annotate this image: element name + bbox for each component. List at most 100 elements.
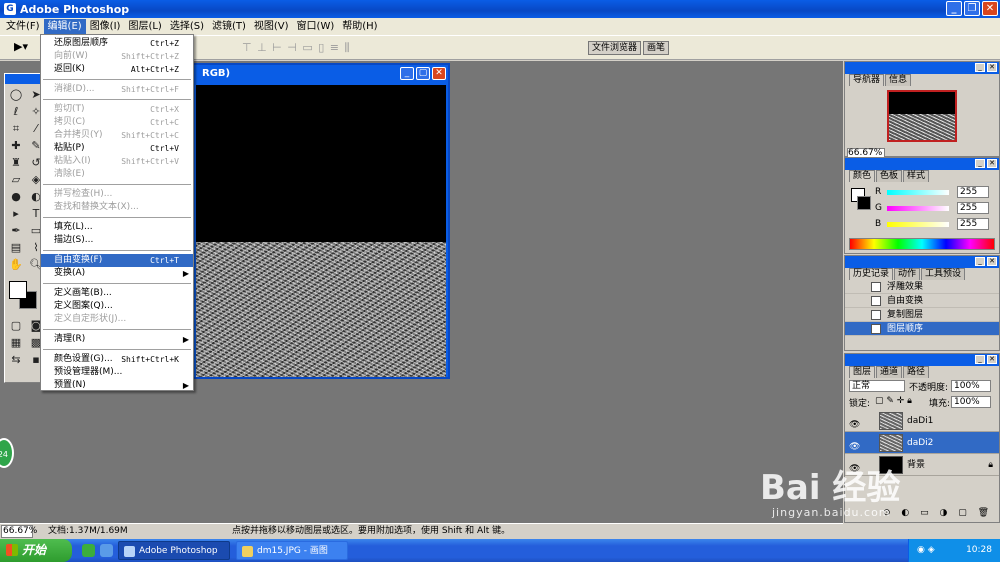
layer-row[interactable]: 👁︎ daDi1 [845, 410, 999, 432]
task-photoshop[interactable]: Adobe Photoshop [118, 541, 230, 560]
tray-icons[interactable]: ◉ ◈ [917, 539, 935, 562]
clock[interactable]: 10:28 [966, 539, 992, 562]
tab-info[interactable]: 信息 [885, 74, 912, 86]
history-item[interactable]: 浮雕效果 [845, 280, 999, 294]
channel-value-field[interactable]: 255 [957, 202, 989, 214]
tool-preset-picker[interactable]: ▶▾ [14, 40, 28, 53]
panel-close-icon[interactable]: ✕ [987, 63, 997, 72]
menu-item[interactable]: 滤镜(T) [208, 19, 250, 34]
file-browser-tab[interactable]: 文件浏览器 [588, 41, 642, 55]
panel-close-icon[interactable]: ✕ [987, 159, 997, 168]
edit-menu-item[interactable]: 预置(N) ▶ [41, 379, 193, 392]
start-button[interactable]: 开始 [0, 539, 72, 562]
layer-row[interactable]: 👁︎ daDi2 [845, 432, 999, 454]
history-item[interactable]: 图层顺序 [845, 322, 999, 336]
menu-item[interactable]: 帮助(H) [338, 19, 381, 34]
channel-value-field[interactable]: 255 [957, 186, 989, 198]
edit-menu-item[interactable]: 返回(K) Alt+Ctrl+Z [41, 63, 193, 76]
tab-history[interactable]: 历史记录 [849, 268, 894, 280]
panel-minimize-icon[interactable]: _ [975, 257, 985, 266]
edit-menu-item[interactable]: 自由变换(F) Ctrl+T [41, 254, 193, 267]
edit-menu-item[interactable]: 描边(S)... [41, 234, 193, 247]
fill-field[interactable]: 100% [951, 396, 991, 408]
edit-menu-item[interactable]: 定义图案(Q)... [41, 300, 193, 313]
panel-minimize-icon[interactable]: _ [975, 159, 985, 168]
healing-brush-icon[interactable]: ✚ [6, 137, 26, 154]
imageready-icon[interactable]: ⇆ [6, 351, 26, 368]
tab-styles[interactable]: 样式 [903, 170, 930, 182]
blur-tool-icon[interactable]: ● [6, 188, 26, 205]
eraser-tool-icon[interactable]: ▱ [6, 171, 26, 188]
channel-slider[interactable] [887, 221, 949, 227]
menu-item[interactable]: 窗口(W) [293, 19, 339, 34]
tab-tool-presets[interactable]: 工具预设 [921, 268, 966, 280]
screen-mode-icon[interactable]: ▦ [6, 334, 26, 351]
channel-value-field[interactable]: 255 [957, 218, 989, 230]
layer-name[interactable]: daDi2 [907, 438, 933, 448]
color-bg-swatch[interactable] [857, 196, 871, 210]
tab-swatches[interactable]: 色板 [876, 170, 903, 182]
notes-tool-icon[interactable]: ▤ [6, 239, 26, 256]
edit-menu-item[interactable]: 定义画笔(B)... [41, 287, 193, 300]
menu-item-shortcut: Ctrl+C [150, 118, 179, 127]
layer-name[interactable]: 背景 [907, 460, 925, 470]
standard-mode-icon[interactable]: ▢ [6, 317, 26, 334]
edit-menu-item[interactable]: 粘贴(P) Ctrl+V [41, 142, 193, 155]
edit-menu-item[interactable]: 颜色设置(G)... Shift+Ctrl+K [41, 353, 193, 366]
navigator-thumbnail[interactable] [887, 90, 957, 142]
panel-close-icon[interactable]: ✕ [987, 257, 997, 266]
menu-item[interactable]: 图像(I) [86, 19, 125, 34]
blend-mode-select[interactable]: 正常 [849, 380, 905, 392]
doc-maximize-button[interactable]: ▢ [416, 67, 430, 80]
layer-name[interactable]: daDi1 [907, 416, 933, 426]
lock-icons[interactable]: ▢ ✎ ✛ 🔒︎ [875, 396, 912, 406]
edit-menu-item[interactable]: 填充(L)... [41, 221, 193, 234]
task-paint[interactable]: dm15.JPG - 画图 [236, 541, 348, 560]
tab-channels[interactable]: 通道 [876, 366, 903, 378]
document-canvas[interactable] [196, 85, 446, 377]
panel-minimize-icon[interactable]: _ [975, 63, 985, 72]
hand-tool-icon[interactable]: ✋ [6, 256, 26, 273]
history-item[interactable]: 自由变换 [845, 294, 999, 308]
close-button[interactable]: ✕ [982, 1, 998, 16]
document-size-info[interactable]: 文档:1.37M/1.69M [48, 524, 128, 539]
tab-layers[interactable]: 图层 [849, 366, 876, 378]
stamp-tool-icon[interactable]: ♜ [6, 154, 26, 171]
menu-item-label: 定义自定形状(J)... [54, 314, 127, 324]
tab-color[interactable]: 颜色 [849, 170, 876, 182]
panel-close-icon[interactable]: ✕ [987, 355, 997, 364]
pen-tool-icon[interactable]: ✒ [6, 222, 26, 239]
color-spectrum-bar[interactable] [849, 238, 995, 250]
foreground-color-swatch[interactable] [9, 281, 27, 299]
edit-menu-item[interactable]: 还原图层顺序 Ctrl+Z [41, 37, 193, 50]
doc-close-button[interactable]: ✕ [432, 67, 446, 80]
path-select-icon[interactable]: ▸ [6, 205, 26, 222]
quicklaunch-desktop-icon[interactable] [100, 544, 113, 557]
menu-item[interactable]: 编辑(E) [43, 19, 86, 34]
marquee-tool-icon[interactable]: ◯ [6, 86, 26, 103]
menu-item[interactable]: 文件(F) [2, 19, 44, 34]
tab-navigator[interactable]: 导航器 [849, 74, 885, 86]
tab-paths[interactable]: 路径 [903, 366, 930, 378]
doc-minimize-button[interactable]: _ [400, 67, 414, 80]
menu-item[interactable]: 选择(S) [166, 19, 208, 34]
brushes-tab[interactable]: 画笔 [643, 41, 670, 55]
maximize-button[interactable]: ❐ [964, 1, 980, 16]
quicklaunch-ie-icon[interactable] [82, 544, 95, 557]
opacity-field[interactable]: 100% [951, 380, 991, 392]
edit-menu-item[interactable]: 变换(A) ▶ [41, 267, 193, 280]
channel-slider[interactable] [887, 189, 949, 195]
panel-header: _ ✕ [845, 158, 999, 170]
edit-menu-item[interactable]: 预设管理器(M)... [41, 366, 193, 379]
menu-item[interactable]: 图层(L) [124, 19, 165, 34]
history-item[interactable]: 复制图层 [845, 308, 999, 322]
minimize-button[interactable]: _ [946, 1, 962, 16]
tab-actions[interactable]: 动作 [894, 268, 921, 280]
crop-tool-icon[interactable]: ⌗ [6, 120, 26, 137]
lasso-tool-icon[interactable]: ℓ [6, 103, 26, 120]
panel-minimize-icon[interactable]: _ [975, 355, 985, 364]
edit-menu-item[interactable]: 清理(R) ▶ [41, 333, 193, 346]
status-zoom-field[interactable]: 66.67% [1, 525, 37, 538]
channel-slider[interactable] [887, 205, 949, 211]
menu-item[interactable]: 视图(V) [250, 19, 293, 34]
